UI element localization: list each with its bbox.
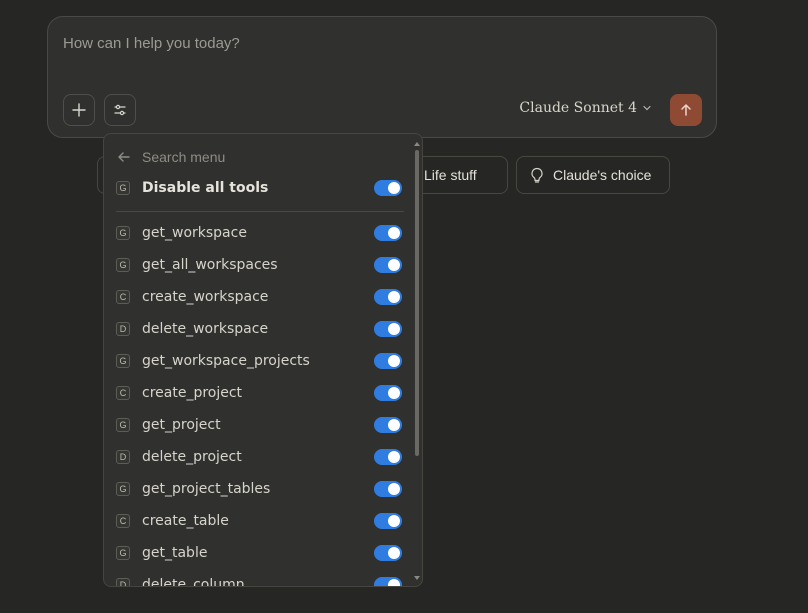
tool-row[interactable]: D delete_project bbox=[116, 445, 402, 469]
toggle-switch[interactable] bbox=[374, 577, 402, 586]
toggle-switch[interactable] bbox=[374, 385, 402, 401]
tool-row[interactable]: C create_workspace bbox=[116, 285, 402, 309]
lightbulb-icon bbox=[531, 167, 543, 183]
tool-badge: D bbox=[116, 578, 130, 586]
tool-row[interactable]: G get_project bbox=[116, 413, 402, 437]
tool-badge: D bbox=[116, 322, 130, 336]
tool-row[interactable]: G get_table bbox=[116, 541, 402, 565]
model-selector[interactable]: Claude Sonnet 4 bbox=[519, 100, 652, 116]
toggle-switch[interactable] bbox=[374, 321, 402, 337]
menu-divider bbox=[116, 211, 404, 212]
chip-label: Life stuff bbox=[424, 167, 477, 183]
tool-row[interactable]: G get_workspace bbox=[116, 221, 402, 245]
scroll-thumb[interactable] bbox=[415, 150, 419, 456]
search-menu-input[interactable]: Search menu bbox=[142, 149, 225, 165]
toggle-switch[interactable] bbox=[374, 289, 402, 305]
tool-label: delete_workspace bbox=[142, 321, 269, 337]
tool-badge: G bbox=[116, 181, 130, 195]
tool-row[interactable]: G get_all_workspaces bbox=[116, 253, 402, 277]
tools-menu: Search menu G Disable all tools G get_wo… bbox=[103, 133, 423, 587]
menu-search[interactable]: Search menu bbox=[116, 146, 225, 168]
menu-scrollbar[interactable] bbox=[414, 142, 420, 580]
tool-label: get_table bbox=[142, 545, 208, 561]
tool-label: get_workspace_projects bbox=[142, 353, 310, 369]
tool-label: Disable all tools bbox=[142, 180, 269, 196]
toggle-switch[interactable] bbox=[374, 257, 402, 273]
tool-label: get_project_tables bbox=[142, 481, 271, 497]
tool-label: delete_project bbox=[142, 449, 242, 465]
tool-label: create_table bbox=[142, 513, 229, 529]
tool-badge: C bbox=[116, 514, 130, 528]
tool-row[interactable]: C create_table bbox=[116, 509, 402, 533]
arrow-left-icon[interactable] bbox=[116, 149, 132, 165]
tool-row[interactable]: D delete_workspace bbox=[116, 317, 402, 341]
tools-button[interactable] bbox=[104, 94, 136, 126]
tool-label: get_all_workspaces bbox=[142, 257, 278, 273]
add-button[interactable] bbox=[63, 94, 95, 126]
tool-badge: G bbox=[116, 226, 130, 240]
tool-label: get_workspace bbox=[142, 225, 247, 241]
chip-label: Claude's choice bbox=[553, 167, 652, 183]
tool-row[interactable]: G get_project_tables bbox=[116, 477, 402, 501]
tool-badge: G bbox=[116, 354, 130, 368]
disable-all-tools-row[interactable]: G Disable all tools bbox=[116, 176, 402, 200]
toggle-switch[interactable] bbox=[374, 353, 402, 369]
tool-label: delete_column bbox=[142, 577, 245, 587]
sliders-icon bbox=[114, 104, 126, 116]
tool-row[interactable]: G get_workspace_projects bbox=[116, 349, 402, 373]
chevron-down-icon bbox=[643, 105, 651, 111]
toggle-switch[interactable] bbox=[374, 180, 402, 196]
scroll-down-arrow[interactable] bbox=[414, 576, 420, 580]
scroll-up-arrow[interactable] bbox=[414, 142, 420, 146]
chip-life-stuff[interactable]: Life stuff bbox=[407, 156, 508, 194]
tool-badge: D bbox=[116, 450, 130, 464]
tool-row[interactable]: C create_project bbox=[116, 381, 402, 405]
toggle-switch[interactable] bbox=[374, 545, 402, 561]
arrow-up-icon bbox=[681, 104, 691, 116]
tool-badge: G bbox=[116, 546, 130, 560]
toggle-switch[interactable] bbox=[374, 513, 402, 529]
composer: How can I help you today? Claude Sonnet … bbox=[47, 16, 717, 138]
send-button[interactable] bbox=[670, 94, 702, 126]
toggle-switch[interactable] bbox=[374, 417, 402, 433]
toggle-switch[interactable] bbox=[374, 225, 402, 241]
model-label: Claude Sonnet 4 bbox=[519, 100, 637, 116]
chip-claudes-choice[interactable]: Claude's choice bbox=[516, 156, 670, 194]
tool-badge: G bbox=[116, 482, 130, 496]
tool-row[interactable]: D delete_column bbox=[116, 573, 402, 587]
prompt-input[interactable]: How can I help you today? bbox=[63, 35, 240, 52]
tool-badge: G bbox=[116, 258, 130, 272]
tool-badge: C bbox=[116, 290, 130, 304]
toggle-switch[interactable] bbox=[374, 481, 402, 497]
tool-label: get_project bbox=[142, 417, 221, 433]
toggle-switch[interactable] bbox=[374, 449, 402, 465]
tool-label: create_workspace bbox=[142, 289, 269, 305]
tool-label: create_project bbox=[142, 385, 243, 401]
tool-badge: C bbox=[116, 386, 130, 400]
plus-icon bbox=[72, 103, 86, 117]
tool-badge: G bbox=[116, 418, 130, 432]
